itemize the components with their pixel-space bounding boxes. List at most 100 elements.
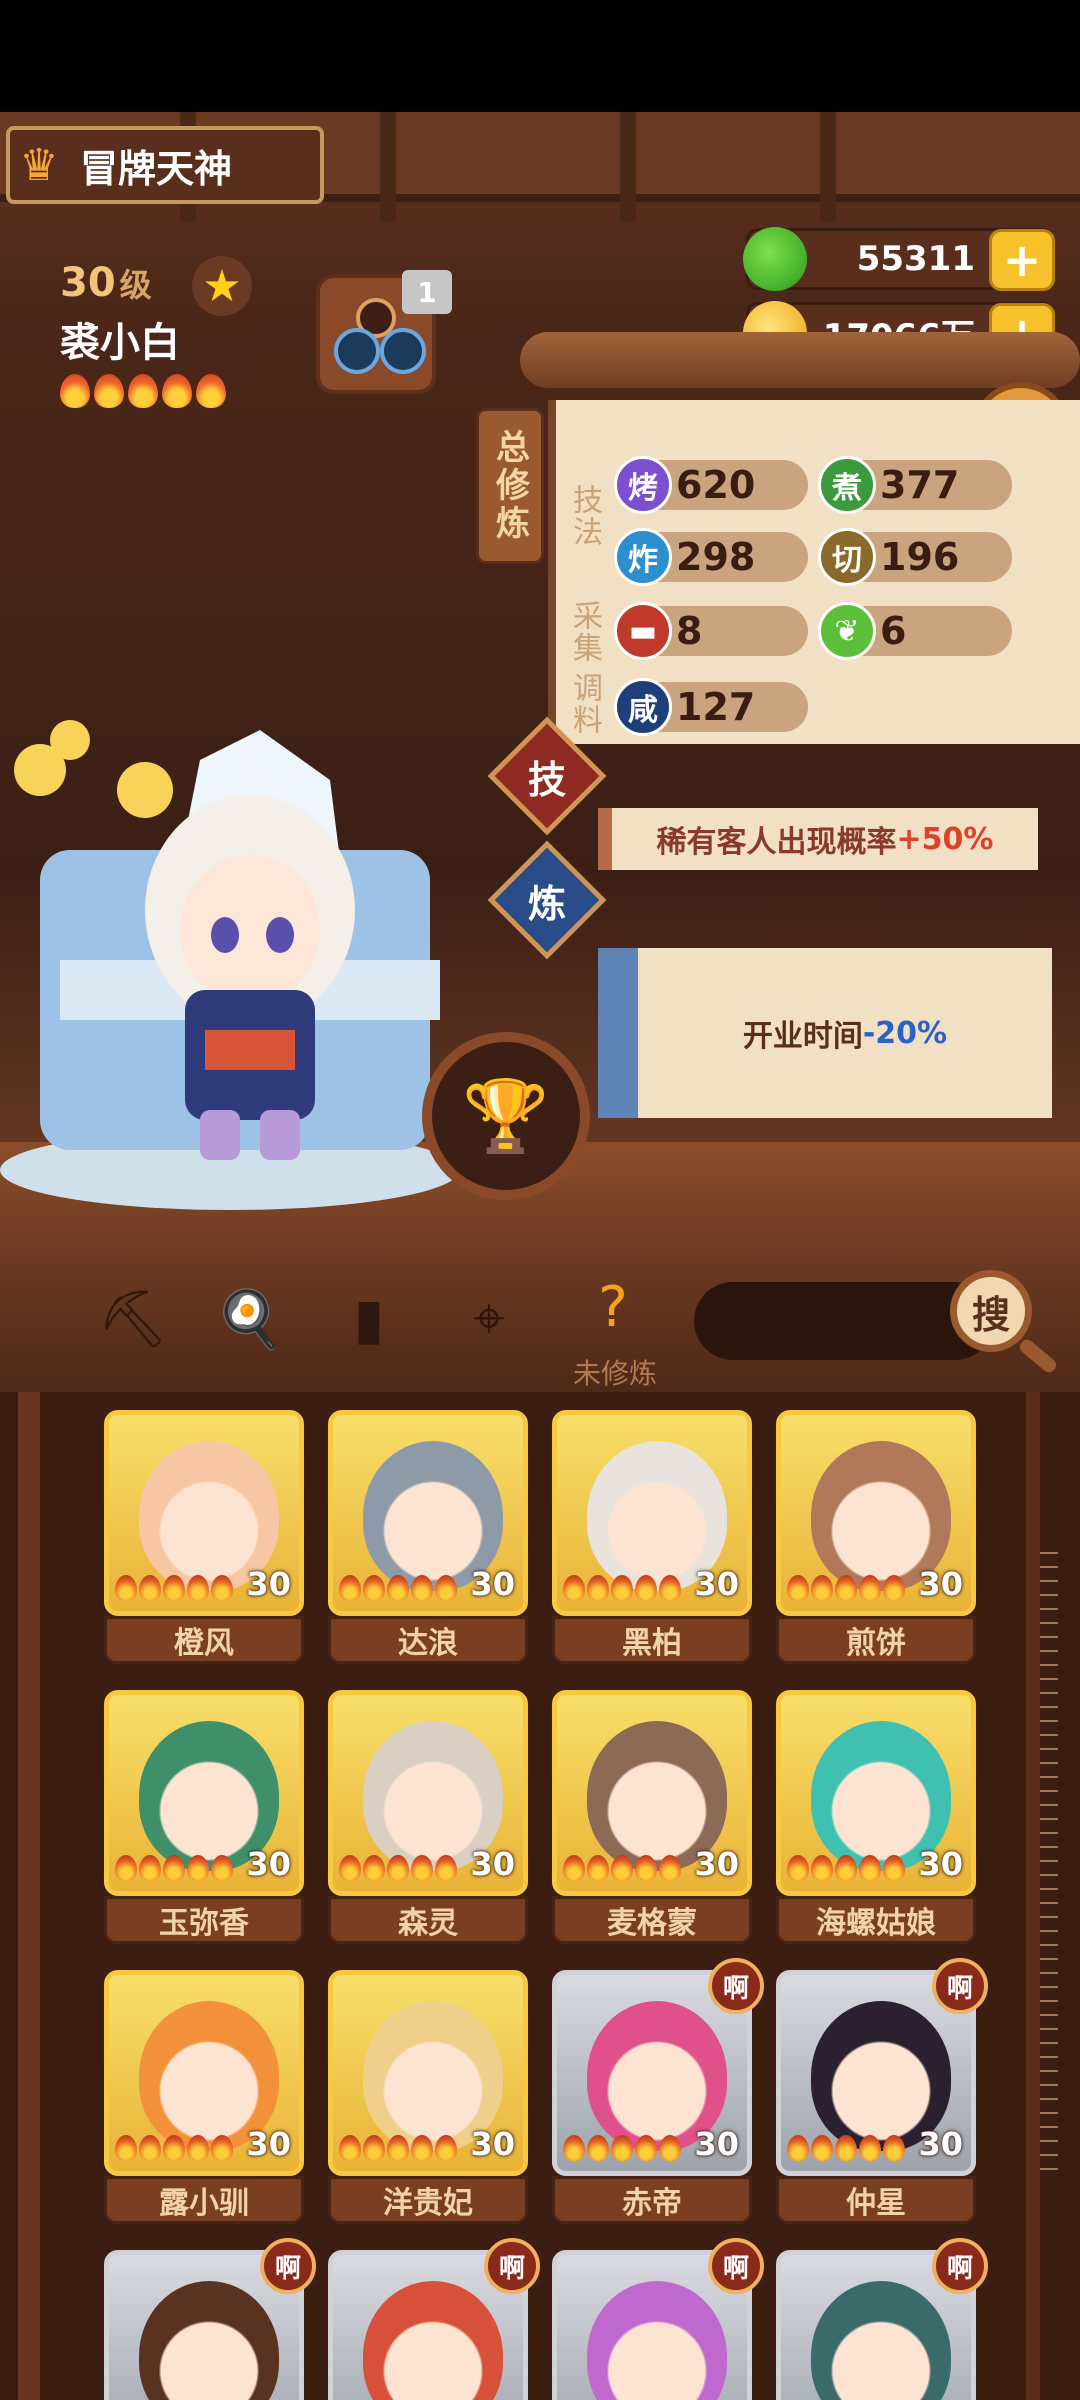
flame-icon: [411, 2135, 433, 2161]
character-card[interactable]: 30 赤帝 啊: [552, 1958, 764, 2224]
character-card[interactable]: 30 达浪: [328, 1410, 528, 1664]
card-level: 30: [918, 1845, 963, 1883]
flame-rating: [787, 2135, 905, 2161]
location-icon[interactable]: ⌖: [454, 1284, 524, 1354]
question-icon[interactable]: ?: [578, 1272, 648, 1342]
flame-icon: [787, 2135, 809, 2161]
character-card[interactable]: 啊: [776, 2238, 988, 2400]
flame-icon: [659, 1855, 681, 1881]
shovel-icon[interactable]: ⛏: [97, 1284, 168, 1354]
flame-icon: [563, 1855, 585, 1881]
flame-icon: [859, 1855, 881, 1881]
card-name: 煎饼: [776, 1616, 976, 1664]
character-card[interactable]: 30 洋贵妃: [328, 1970, 528, 2224]
flame-icon: [787, 1575, 809, 1601]
slot-icon: [380, 328, 426, 374]
skill-tab-label: 技: [527, 757, 566, 802]
stat-fry: 炸 298: [614, 528, 808, 586]
card-name: 赤帝: [552, 2176, 752, 2224]
character-portrait: 30: [776, 1690, 976, 1896]
flame-rating: [115, 2135, 233, 2161]
flame-icon: [611, 2135, 633, 2161]
open-time-bonus: 开业时间 -20%: [598, 948, 1052, 1118]
flame-rating: [339, 1575, 457, 1601]
flame-icon: [411, 1855, 433, 1881]
card-level: 30: [470, 2125, 515, 2163]
character-card[interactable]: 啊: [328, 2238, 540, 2400]
card-level: 30: [694, 2125, 739, 2163]
bonus-text: 开业时间: [742, 1019, 863, 1054]
scroll-scale[interactable]: [1040, 1552, 1058, 2172]
flame-icon: [659, 2135, 681, 2161]
stat-value: 298: [676, 535, 756, 579]
character-card[interactable]: 30 森灵: [328, 1690, 528, 1944]
right-rail: [1026, 1392, 1040, 2400]
card-name: 黑柏: [552, 1616, 752, 1664]
title-plate[interactable]: ♛ 冒牌天神: [6, 126, 324, 204]
stat-salty: 咸 127: [614, 678, 808, 736]
character-card[interactable]: 30 仲星 啊: [776, 1958, 988, 2224]
jade-currency: 55311 +: [743, 227, 1055, 291]
star-icon[interactable]: ★: [192, 256, 252, 316]
card-name: 麦格蒙: [552, 1896, 752, 1944]
search-input[interactable]: [694, 1282, 994, 1360]
flame-rating: [339, 2135, 457, 2161]
jar-icon[interactable]: ▮: [334, 1284, 404, 1354]
card-level: 30: [918, 2125, 963, 2163]
level-value: 30: [60, 260, 116, 306]
character-card[interactable]: 啊: [552, 2238, 764, 2400]
vegetable-icon: ❦: [818, 602, 876, 660]
flame-icon: [128, 374, 158, 408]
flame-icon: [435, 1575, 457, 1601]
stat-cut: 切 196: [818, 528, 1012, 586]
flame-rating: [115, 1575, 233, 1601]
character-card[interactable]: 啊: [104, 2238, 316, 2400]
character-card[interactable]: 30 海螺姑娘: [776, 1690, 976, 1944]
refine-tab-label: 炼: [527, 881, 566, 926]
character-card[interactable]: 30 玉弥香: [104, 1690, 304, 1944]
jade-icon: [743, 227, 807, 291]
trophy-button[interactable]: 🏆: [422, 1032, 590, 1200]
character-card[interactable]: 30 橙风: [104, 1410, 304, 1664]
character-card[interactable]: 30 黑柏: [552, 1410, 752, 1664]
add-jade-button[interactable]: +: [989, 229, 1055, 291]
character-portrait: 30: [328, 1970, 528, 2176]
meat-icon: ▬: [614, 602, 672, 660]
flame-icon: [883, 2135, 905, 2161]
equipment-button[interactable]: 1: [316, 270, 452, 394]
crown-icon: ♛: [19, 139, 59, 191]
character-portrait: 30: [328, 1690, 528, 1896]
card-name: 露小驯: [104, 2176, 304, 2224]
card-name: 洋贵妃: [328, 2176, 528, 2224]
count-badge: 1: [402, 270, 452, 314]
flame-icon: [883, 1855, 905, 1881]
untrained-filter-label[interactable]: 未修炼: [560, 1352, 670, 1392]
character-card[interactable]: 30 煎饼: [776, 1410, 976, 1664]
total-training-tag[interactable]: 总修炼: [476, 408, 544, 564]
slot-icon: [334, 328, 380, 374]
card-name: 海螺姑娘: [776, 1896, 976, 1944]
character-illustration[interactable]: [0, 700, 500, 1230]
card-name: 森灵: [328, 1896, 528, 1944]
player-info: 30 级 ★ 裘小白: [60, 256, 252, 408]
stat-meat: ▬ 8: [614, 602, 808, 660]
lock-badge: 啊: [932, 1958, 988, 2014]
spatula-icon[interactable]: 🍳: [214, 1284, 284, 1354]
flame-icon: [163, 1855, 185, 1881]
character-card[interactable]: 30 露小驯: [104, 1970, 304, 2224]
search-button[interactable]: 搜: [950, 1270, 1032, 1352]
flame-icon: [187, 1575, 209, 1601]
flame-icon: [387, 1575, 409, 1601]
flame-icon: [611, 1855, 633, 1881]
portrait-face: [811, 2281, 951, 2400]
flame-icon: [635, 1855, 657, 1881]
character-card[interactable]: 30 麦格蒙: [552, 1690, 752, 1944]
flame-icon: [187, 2135, 209, 2161]
flame-icon: [811, 1855, 833, 1881]
flame-icon: [339, 1855, 361, 1881]
flame-icon: [387, 2135, 409, 2161]
level-unit: 级: [119, 266, 152, 304]
flame-icon: [411, 1575, 433, 1601]
flame-icon: [363, 1575, 385, 1601]
cut-icon: 切: [818, 528, 876, 586]
